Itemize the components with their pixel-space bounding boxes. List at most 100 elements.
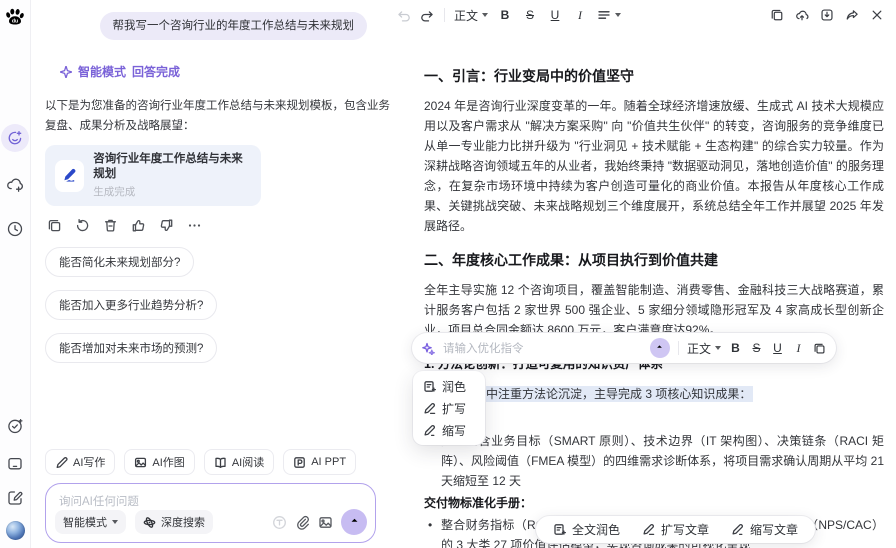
user-avatar[interactable]	[5, 521, 25, 540]
chat-input-placeholder: 询问AI任何问题	[59, 496, 139, 508]
strikethrough-button[interactable]: S	[750, 341, 763, 355]
pen-expand-icon	[642, 523, 655, 536]
copy-selection-icon[interactable]	[813, 342, 826, 355]
pen-expand-icon	[423, 402, 436, 415]
sidebar-item-feedback[interactable]	[6, 489, 24, 507]
quick-action-chips: AI写作 AI作图 AI阅读 AI PPT	[45, 449, 376, 475]
chevron-down-icon	[482, 13, 489, 17]
delete-icon[interactable]	[103, 218, 118, 233]
sidebar-item-chat-active[interactable]	[1, 124, 29, 152]
list-style-dropdown[interactable]	[597, 8, 622, 22]
ai-instruction-send-button[interactable]	[649, 338, 670, 358]
regenerate-icon[interactable]	[75, 218, 90, 233]
sidebar-item-schedule[interactable]	[6, 417, 24, 435]
ppt-icon	[293, 456, 306, 469]
user-message-bubble: 帮我写一个咨询行业的年度工作总结与未来规划	[99, 12, 367, 40]
book-icon	[214, 456, 227, 469]
status-state-label: 回答完成	[132, 65, 181, 79]
attachment-icon[interactable]	[295, 515, 310, 530]
chip-ai-writing[interactable]: AI写作	[45, 449, 116, 475]
paragraph-style-dropdown[interactable]: 正文	[454, 7, 489, 24]
copy-icon[interactable]	[47, 218, 62, 233]
doc-heading-1: 一、引言：行业变局中的价值坚守	[424, 68, 634, 84]
send-button[interactable]	[341, 509, 367, 535]
menu-item-label: 扩写	[442, 401, 467, 416]
doc-bullet: 建立包含业务目标（SMART 原则）、技术边界（IT 架构图）、决策链条（RAC…	[424, 431, 884, 491]
sidebar-item-devices[interactable]	[6, 455, 24, 473]
app-window: du 帮我写一个咨询行业的年度工作总结与未来规划 智能模式 回答完成 以下是为您…	[0, 0, 896, 548]
assistant-intro-text: 以下是为您准备的咨询行业年度工作总结与未来规划模板，包含业务复盘、成果分析及战略…	[45, 100, 390, 132]
footer-action-label: 扩写文章	[661, 523, 710, 537]
suggestion-pill[interactable]: 能否加入更多行业趋势分析?	[45, 290, 218, 320]
doc-card-title: 咨询行业年度工作总结与未来规划	[93, 153, 243, 180]
undo-icon[interactable]	[396, 8, 411, 23]
sparkle-icon	[60, 65, 72, 78]
baidu-logo[interactable]: du	[4, 7, 26, 27]
menu-item-label: 润色	[442, 379, 467, 394]
close-icon[interactable]	[870, 8, 884, 22]
doc-heading-2: 二、年度核心工作成果：从项目执行到价值共建	[424, 252, 718, 268]
strikethrough-button[interactable]: S	[522, 8, 538, 22]
document-content[interactable]: 一、引言：行业变局中的价值坚守 2024 年是咨询行业深度变革的一年。随着全球经…	[388, 30, 896, 548]
italic-button[interactable]: I	[572, 8, 588, 23]
ai-instruction-placeholder[interactable]: 请输入优化指令	[443, 340, 642, 356]
image-icon	[134, 456, 147, 469]
doc-card-status: 生成完成	[93, 186, 136, 198]
expand-article-button[interactable]: 扩写文章	[642, 521, 709, 538]
sidebar-item-history[interactable]	[6, 220, 24, 238]
doc-paragraph: 全年主导实施 12 个咨询项目，覆盖智能制造、消费零售、金融科技三大战略赛道，累…	[424, 283, 884, 337]
copy-doc-icon[interactable]	[770, 8, 784, 22]
ai-sparkle-pen-icon	[422, 342, 435, 355]
chip-label: AI PPT	[311, 456, 347, 468]
thumbs-up-icon[interactable]	[131, 218, 146, 233]
chat-panel: 帮我写一个咨询行业的年度工作总结与未来规划 智能模式 回答完成 以下是为您准备的…	[31, 0, 412, 548]
menu-item-shorten[interactable]: 缩写	[413, 419, 485, 441]
status-mode-label: 智能模式	[78, 65, 127, 79]
generated-doc-card[interactable]: 咨询行业年度工作总结与未来规划 生成完成	[45, 145, 261, 206]
suggestion-pill[interactable]: 能否增加对未来市场的预测?	[45, 333, 218, 363]
sidebar-item-cloud-add[interactable]	[6, 176, 24, 194]
ai-edit-context-menu: 润色 扩写 缩写	[413, 371, 485, 445]
deep-search-toggle[interactable]: 深度搜索	[135, 510, 213, 534]
editor-toolbar: 正文 B S U I	[388, 0, 896, 30]
menu-item-expand[interactable]: 扩写	[413, 397, 485, 419]
cloud-upload-icon[interactable]	[795, 8, 809, 22]
doc-pen-icon	[55, 159, 85, 192]
chip-ai-reading[interactable]: AI阅读	[203, 449, 275, 475]
shorten-article-button[interactable]: 缩写文章	[731, 521, 798, 538]
chip-label: AI写作	[73, 457, 106, 469]
list-icon	[597, 8, 611, 22]
chip-label: AI作图	[152, 457, 185, 469]
answer-status: 智能模式 回答完成	[60, 63, 412, 80]
redo-icon[interactable]	[420, 8, 435, 23]
polish-full-text-button[interactable]: 全文润色	[553, 521, 620, 538]
chat-input-area: AI写作 AI作图 AI阅读 AI PPT 询问AI任何问题 智能模式 深度搜索	[45, 449, 376, 543]
pencil-icon	[55, 456, 68, 469]
doc-polish-icon	[553, 523, 566, 536]
share-icon[interactable]	[845, 8, 859, 22]
chip-ai-ppt[interactable]: AI PPT	[283, 449, 357, 475]
footer-action-label: 全文润色	[572, 523, 621, 537]
toolbar-divider	[677, 341, 679, 355]
mode-selector[interactable]: 智能模式	[55, 510, 126, 534]
chip-ai-image[interactable]: AI作图	[124, 449, 195, 475]
underline-button[interactable]: U	[547, 8, 563, 22]
insert-image-icon[interactable]	[318, 515, 333, 530]
bold-button[interactable]: B	[497, 8, 513, 22]
bold-button[interactable]: B	[729, 341, 742, 355]
sidebar-rail: du	[0, 0, 31, 548]
mode-selector-label: 智能模式	[63, 517, 107, 529]
underline-button[interactable]: U	[771, 341, 784, 355]
inline-paragraph-style-dropdown[interactable]: 正文	[687, 340, 721, 357]
pen-shorten-icon	[423, 424, 436, 437]
chat-input-box[interactable]: 询问AI任何问题 智能模式 深度搜索	[45, 483, 376, 543]
italic-button[interactable]: I	[792, 341, 805, 356]
doc-paragraph: 2024 年是咨询行业深度变革的一年。随着全球经济增速放缓、生成式 AI 技术大…	[424, 99, 884, 233]
suggestion-pill[interactable]: 能否简化未来规划部分?	[45, 247, 195, 277]
menu-item-polish[interactable]: 润色	[413, 375, 485, 397]
more-actions-icon[interactable]	[187, 218, 202, 233]
chip-label: AI阅读	[231, 457, 265, 469]
download-icon[interactable]	[820, 8, 834, 22]
thumbs-down-icon[interactable]	[159, 218, 174, 233]
text-tool-icon[interactable]	[272, 515, 287, 530]
